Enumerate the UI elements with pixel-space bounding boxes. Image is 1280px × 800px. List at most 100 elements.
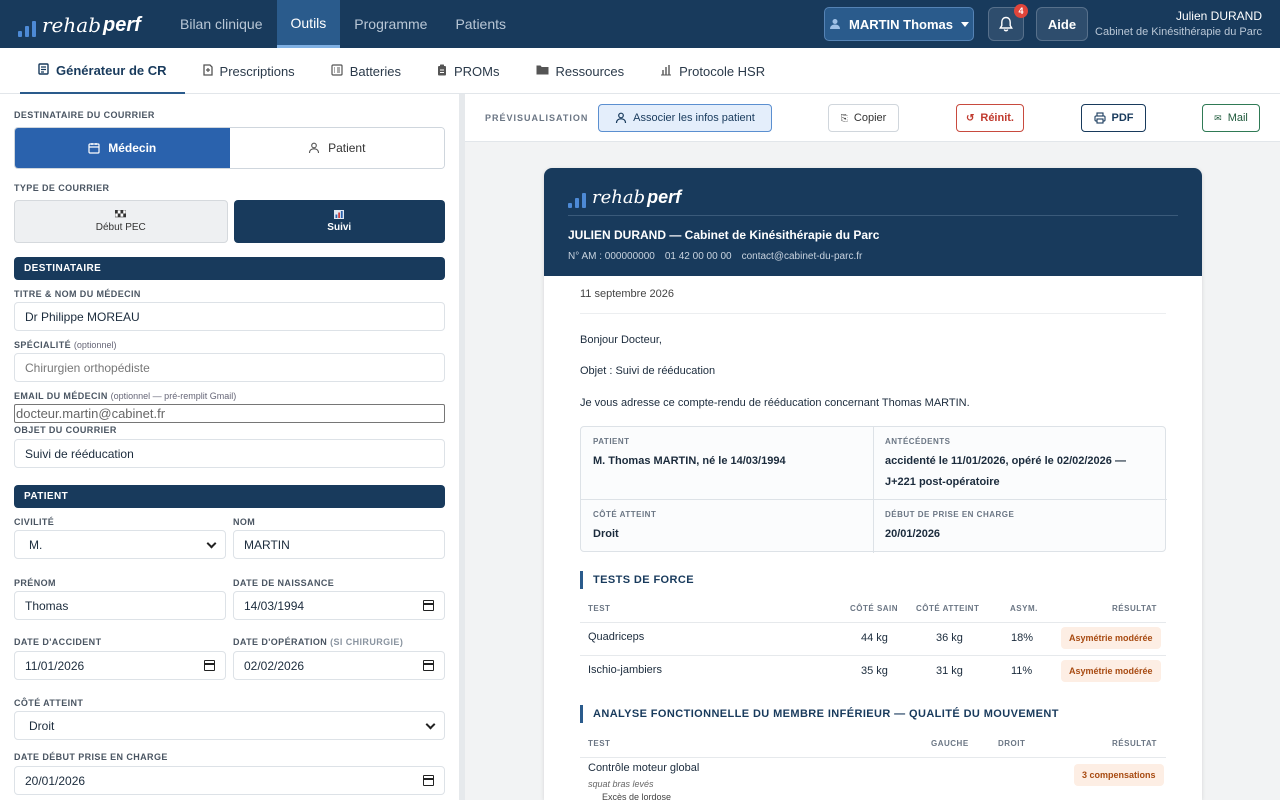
section-header-destinataire: DESTINATAIRE (14, 257, 445, 280)
help-button[interactable]: Aide (1036, 7, 1088, 41)
subnav-tab-label: PROMs (454, 63, 500, 79)
mail-label: Mail (1227, 112, 1248, 124)
logo-bars-icon (568, 192, 586, 208)
letter-preview: rehab perf JULIEN DURAND — Cabinet de Ki… (544, 168, 1202, 800)
subnav-tab-ressources[interactable]: Ressources (518, 48, 643, 94)
functional-col-result: RÉSULTAT (1112, 739, 1157, 748)
letter-type-suivi[interactable]: Suivi (233, 200, 445, 243)
accident-date-value: 11/01/2026 (25, 658, 85, 673)
birthdate-input[interactable]: 14/03/1994 (233, 591, 445, 620)
strength-row-affected: 36 kg (936, 632, 963, 644)
subnav-tab-label: Protocole HSR (679, 63, 766, 79)
patient-info-box: PATIENT M. Thomas MARTIN, né le 14/03/19… (580, 426, 1167, 553)
lastname-label: NOM (233, 517, 256, 527)
app-logo[interactable]: rehab perf (18, 11, 141, 37)
phone-number: 01 42 00 00 00 (664, 251, 732, 262)
chevron-down-icon (206, 538, 217, 549)
preview-label: PRÉVISUALISATION (485, 113, 589, 123)
info-side-label: CÔTÉ ATTEINT (593, 510, 657, 519)
nav-item-programme[interactable]: Programme (340, 0, 441, 48)
recipient-option-patient[interactable]: Patient (229, 128, 444, 168)
letter-type-debut-pec[interactable]: Début PEC (14, 200, 228, 243)
top-bar: rehab perf Bilan clinique Outils Program… (0, 0, 1280, 48)
user-icon (830, 19, 840, 29)
strength-row-healthy: 44 kg (861, 632, 888, 644)
firstname-input[interactable]: Thomas (14, 591, 226, 620)
strength-row-test: Ischio-jambiers (588, 664, 662, 676)
recipient-option-medecin[interactable]: Médecin (15, 128, 230, 168)
mail-button[interactable]: ✉ Mail (1202, 104, 1260, 132)
recipient-toggle: Médecin Patient (14, 127, 445, 169)
subnav-tab-generateur-cr[interactable]: Générateur de CR (20, 48, 185, 94)
notifications-button[interactable]: 4 (988, 4, 1028, 41)
reset-label: Réinit. (980, 112, 1014, 124)
accident-date-input[interactable]: 11/01/2026 (14, 651, 226, 680)
patient-selector-button[interactable]: MARTIN Thomas (824, 7, 974, 41)
info-start-value: 20/01/2026 (885, 528, 941, 540)
caret-down-icon (961, 21, 969, 27)
chart-icon (660, 64, 672, 79)
calendar-picker-icon[interactable] (423, 775, 434, 786)
reset-button[interactable]: ↺ Réinit. (956, 104, 1024, 132)
subnav-tab-batteries[interactable]: Batteries (313, 48, 419, 94)
civility-select[interactable]: M. (14, 530, 226, 559)
lastname-input[interactable]: MARTIN (233, 530, 445, 559)
letter-greeting: Bonjour Docteur, (580, 334, 662, 346)
letter-type-label-text: Suivi (327, 222, 352, 233)
functional-analysis-title: ANALYSE FONCTIONNELLE DU MEMBRE INFÉRIEU… (580, 705, 1059, 723)
nav-item-patients[interactable]: Patients (441, 0, 520, 48)
birthdate-value: 14/03/1994 (244, 598, 305, 613)
divider (581, 499, 1167, 500)
info-start-label: DÉBUT DE PRISE EN CHARGE (885, 510, 1015, 519)
care-start-label: DATE DÉBUT PRISE EN CHARGE (14, 752, 168, 762)
user-name: Julien DURAND (1175, 9, 1262, 23)
doctor-name-input[interactable]: Dr Philippe MOREAU (14, 302, 445, 331)
nav-item-bilan-clinique[interactable]: Bilan clinique (166, 0, 277, 48)
calendar-picker-icon[interactable] (204, 660, 215, 671)
functional-row-result-badge: 3 compensations (1074, 764, 1164, 786)
preview-toolbar: PRÉVISUALISATION Associer les infos pati… (465, 94, 1280, 142)
pdf-button[interactable]: PDF (1081, 104, 1146, 132)
care-start-date-input[interactable]: 20/01/2026 (14, 766, 445, 795)
user-info[interactable]: Julien DURAND Cabinet de Kinésithérapie … (1095, 9, 1262, 38)
subnav-tab-protocole-hsr[interactable]: Protocole HSR (642, 48, 783, 94)
subject-input[interactable]: Suivi de rééducation (14, 439, 445, 468)
specialty-input[interactable]: Chirurgien orthopédiste (14, 353, 445, 382)
strength-row-result-badge: Asymétrie modérée (1061, 660, 1161, 682)
operation-date-input[interactable]: 02/02/2026 (233, 651, 445, 680)
email-label-text: EMAIL DU MÉDECIN (14, 391, 108, 401)
subnav-tab-prescriptions[interactable]: Prescriptions (185, 48, 313, 94)
doctor-name-label: TITRE & NOM DU MÉDECIN (14, 289, 141, 299)
calendar-picker-icon[interactable] (423, 600, 434, 611)
recipient-type-label: DESTINATAIRE DU COURRIER (14, 110, 155, 120)
letter-intro: Je vous adresse ce compte-rendu de réédu… (580, 397, 970, 409)
letter-type-label: TYPE DE COURRIER (14, 183, 110, 193)
associate-patient-label: Associer les infos patient (633, 112, 755, 124)
patient-selector-label: MARTIN Thomas (849, 16, 953, 32)
nav-item-outils[interactable]: Outils (276, 0, 341, 48)
letter-logo: rehab perf (568, 184, 681, 208)
mail-icon: ✉ (1214, 112, 1222, 123)
affected-side-select[interactable]: Droit (14, 711, 445, 740)
tools-subnav: Générateur de CR Prescriptions Batteries… (0, 48, 1280, 94)
functional-row-test: Contrôle moteur global (588, 762, 700, 774)
strength-row-affected: 31 kg (936, 665, 963, 677)
strength-row-healthy: 35 kg (861, 665, 888, 677)
copy-button[interactable]: ⎘ Copier (828, 104, 899, 132)
specialty-hint: (optionnel) (73, 340, 117, 350)
pdf-label: PDF (1111, 112, 1134, 124)
bar-chart-icon (334, 210, 345, 219)
document-icon (38, 62, 49, 78)
strength-row-result-badge: Asymétrie modérée (1061, 627, 1161, 649)
operation-date-label: DATE D'OPÉRATION (SI CHIRURGIE) (233, 637, 403, 647)
civility-label: CIVILITÉ (14, 517, 55, 527)
associate-patient-button[interactable]: Associer les infos patient (598, 104, 772, 132)
specialty-label-text: SPÉCIALITÉ (14, 340, 72, 350)
am-number: N° AM : 000000000 (568, 251, 655, 262)
subnav-tab-proms[interactable]: PROMs (419, 48, 518, 94)
logo-text-perf: perf (647, 187, 682, 207)
notification-count-badge: 4 (1014, 4, 1028, 18)
calendar-picker-icon[interactable] (423, 660, 434, 671)
doctor-email-input[interactable]: docteur.martin@cabinet.fr (14, 404, 445, 423)
info-history-line1: accidenté le 11/01/2026, opéré le 02/02/… (885, 455, 1126, 467)
